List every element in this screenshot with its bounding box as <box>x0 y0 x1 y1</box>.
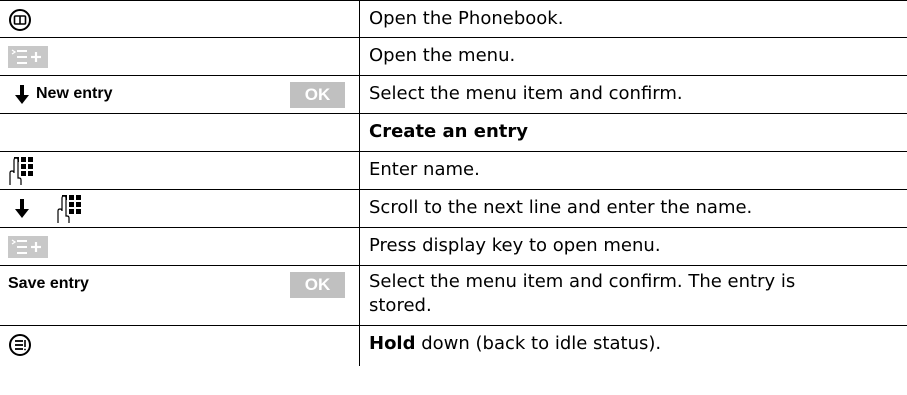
instruction-cell: Open the Phonebook. <box>359 1 907 37</box>
ok-softkey: OK <box>290 82 345 108</box>
instruction-cell: Select the menu item and confirm. <box>359 76 907 113</box>
key-cell <box>0 190 359 227</box>
table-row: Open the menu. <box>0 38 907 76</box>
table-row: Press display key to open menu. <box>0 228 907 266</box>
key-cell <box>0 38 359 75</box>
instruction-text: down (back to idle status). <box>415 333 662 354</box>
end-call-key-icon <box>9 334 31 356</box>
keypad-icon <box>57 195 81 223</box>
table-row: New entry OK Select the menu item and co… <box>0 76 907 114</box>
key-cell <box>0 114 359 151</box>
instruction-cell: Scroll to the next line and enter the na… <box>359 190 907 227</box>
key-cell: Save entry OK <box>0 266 359 325</box>
hold-keyword: Hold <box>369 333 416 354</box>
phonebook-key-icon <box>9 9 31 31</box>
key-cell <box>0 152 359 189</box>
menu-softkey-icon <box>8 236 48 258</box>
instruction-line: Select the menu item and confirm. The en… <box>369 271 796 292</box>
keypad-icon <box>9 157 33 185</box>
menu-item-label: New entry <box>36 85 113 102</box>
instruction-cell: Press display key to open menu. <box>359 228 907 265</box>
instruction-cell: Open the menu. <box>359 38 907 75</box>
arrow-down-icon <box>15 85 29 104</box>
menu-item-label: Save entry <box>8 275 89 292</box>
key-cell <box>0 228 359 265</box>
table-row: Enter name. <box>0 152 907 190</box>
instruction-table: Open the Phonebook. Open the menu. New e… <box>0 0 907 366</box>
table-row: Scroll to the next line and enter the na… <box>0 190 907 228</box>
ok-softkey: OK <box>290 272 345 298</box>
menu-softkey-icon <box>8 46 48 68</box>
instruction-cell: Enter name. <box>359 152 907 189</box>
key-cell <box>0 1 359 37</box>
table-row: Open the Phonebook. <box>0 0 907 38</box>
instruction-cell: Select the menu item and confirm. The en… <box>359 266 907 325</box>
key-cell <box>0 326 359 366</box>
instruction-cell: Hold down (back to idle status). <box>359 326 907 366</box>
instruction-line: stored. <box>369 295 432 316</box>
arrow-down-icon <box>15 199 29 218</box>
table-row: Save entry OK Select the menu item and c… <box>0 266 907 326</box>
table-row: Create an entry <box>0 114 907 152</box>
key-cell: New entry OK <box>0 76 359 113</box>
table-row: Hold down (back to idle status). <box>0 326 907 366</box>
section-heading: Create an entry <box>359 114 907 151</box>
